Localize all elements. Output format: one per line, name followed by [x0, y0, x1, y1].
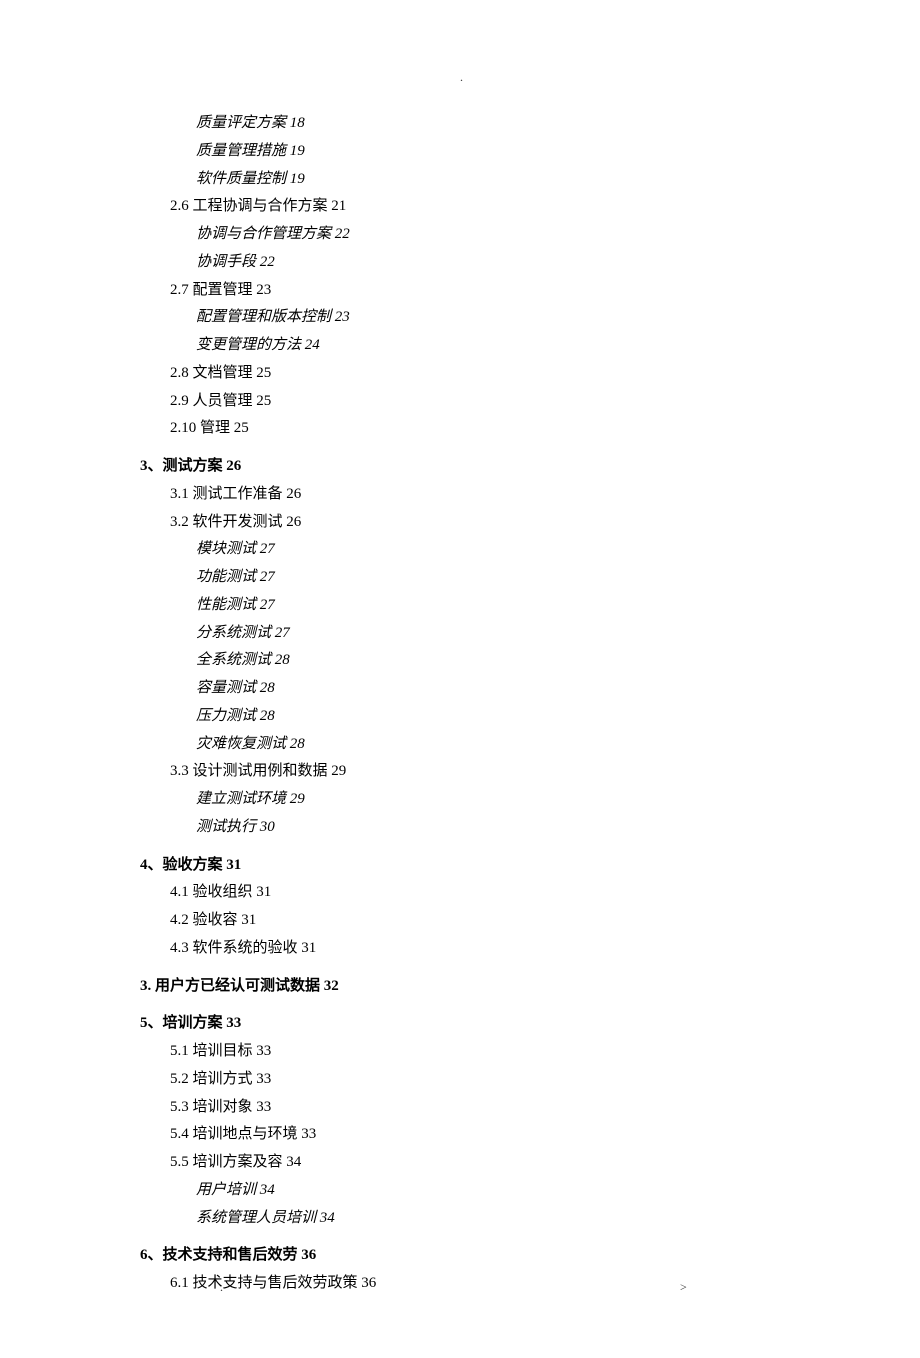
toc-line: 2.7 配置管理 23	[140, 277, 790, 305]
toc-line: 3、测试方案 26	[140, 453, 790, 481]
toc-line: 灾难恢复测试 28	[140, 731, 790, 759]
toc-line: 4.1 验收组织 31	[140, 879, 790, 907]
toc-line: 5.5 培训方案及容 34	[140, 1149, 790, 1177]
toc-line: 3.2 软件开发测试 26	[140, 509, 790, 537]
page-mark-bottom-right: >	[680, 1280, 687, 1295]
toc-line: 协调与合作管理方案 22	[140, 221, 790, 249]
toc-line: 3.1 测试工作准备 26	[140, 481, 790, 509]
toc-line: 2.6 工程协调与合作方案 21	[140, 193, 790, 221]
toc-line: 功能测试 27	[140, 564, 790, 592]
toc-line: 2.10 管理 25	[140, 415, 790, 443]
toc-line: 4.2 验收容 31	[140, 907, 790, 935]
toc-line: 4.3 软件系统的验收 31	[140, 935, 790, 963]
toc-line: 协调手段 22	[140, 249, 790, 277]
toc-line: 5、培训方案 33	[140, 1010, 790, 1038]
toc-line: 2.9 人员管理 25	[140, 388, 790, 416]
toc-line: 5.2 培训方式 33	[140, 1066, 790, 1094]
toc-line: 性能测试 27	[140, 592, 790, 620]
toc-line: 变更管理的方法 24	[140, 332, 790, 360]
toc-line: 建立测试环境 29	[140, 786, 790, 814]
toc-line: 模块测试 27	[140, 536, 790, 564]
toc-line: 2.8 文档管理 25	[140, 360, 790, 388]
toc-line: 测试执行 30	[140, 814, 790, 842]
toc-line: 用户培训 34	[140, 1177, 790, 1205]
page-mark-bottom-left: .	[220, 1280, 223, 1295]
toc-line: 容量测试 28	[140, 675, 790, 703]
toc-line: 6、技术支持和售后效劳 36	[140, 1242, 790, 1270]
toc-line: 系统管理人员培训 34	[140, 1205, 790, 1233]
toc-line: 5.3 培训对象 33	[140, 1094, 790, 1122]
toc-page: 质量评定方案 18质量管理措施 19软件质量控制 192.6 工程协调与合作方案…	[0, 0, 920, 1358]
toc-line: 配置管理和版本控制 23	[140, 304, 790, 332]
toc-line: 6.1 技术支持与售后效劳政策 36	[140, 1270, 790, 1298]
toc-line: 质量评定方案 18	[140, 110, 790, 138]
page-mark-top: .	[460, 70, 463, 85]
toc-line: 质量管理措施 19	[140, 138, 790, 166]
toc-line: 全系统测试 28	[140, 647, 790, 675]
toc-line: 4、验收方案 31	[140, 852, 790, 880]
toc-line: 5.4 培训地点与环境 33	[140, 1121, 790, 1149]
toc-line: 5.1 培训目标 33	[140, 1038, 790, 1066]
toc-line: 3. 用户方已经认可测试数据 32	[140, 973, 790, 1001]
toc-line: 3.3 设计测试用例和数据 29	[140, 758, 790, 786]
toc-line: 分系统测试 27	[140, 620, 790, 648]
toc-line: 压力测试 28	[140, 703, 790, 731]
toc-line: 软件质量控制 19	[140, 166, 790, 194]
